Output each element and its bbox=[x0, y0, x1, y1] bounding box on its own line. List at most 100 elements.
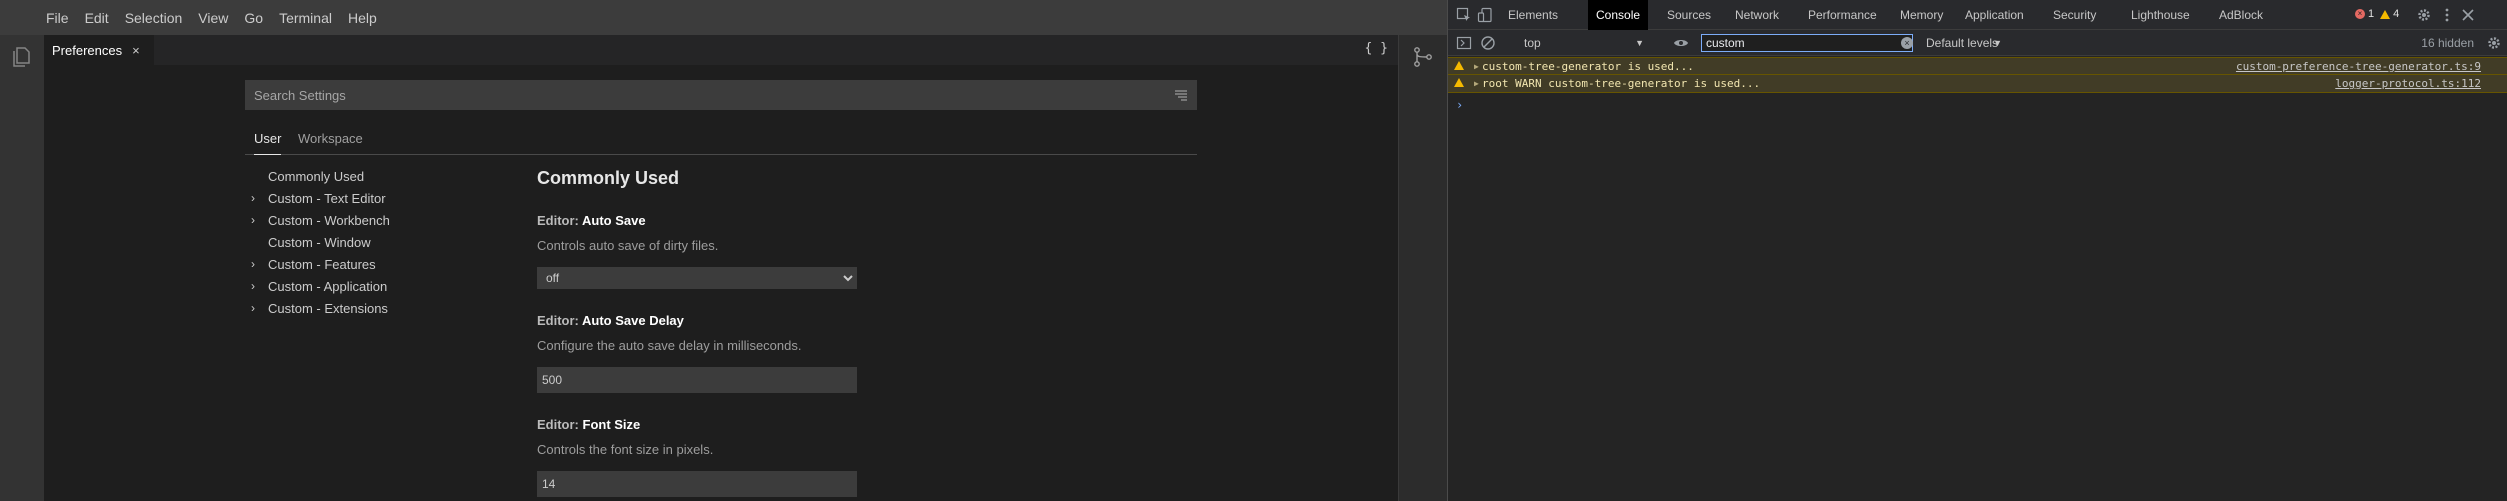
setting-auto-save-delay: Editor: Auto Save Delay Configure the au… bbox=[537, 313, 1237, 393]
context-selector[interactable]: top ▼ bbox=[1518, 33, 1648, 53]
clear-console-icon[interactable] bbox=[1480, 35, 1496, 51]
console-warning-message[interactable]: ▶ custom-tree-generator is used... custo… bbox=[1448, 57, 2507, 75]
setting-title: Editor: Font Size bbox=[537, 417, 1237, 432]
toc-item-label: Custom - Extensions bbox=[268, 300, 388, 316]
toc-item-label: Custom - Features bbox=[268, 256, 376, 272]
tab-security[interactable]: Security bbox=[2045, 0, 2104, 30]
setting-auto-save: Editor: Auto Save Controls auto save of … bbox=[537, 213, 1237, 289]
menu-edit[interactable]: Edit bbox=[85, 10, 109, 26]
toc-item[interactable]: Commonly Used bbox=[251, 165, 511, 187]
toc-item[interactable]: › Custom - Text Editor bbox=[251, 187, 511, 209]
console-warning-message[interactable]: ▶ root WARN custom-tree-generator is use… bbox=[1448, 75, 2507, 93]
tab-preferences[interactable]: Preferences × bbox=[44, 35, 154, 65]
toc-item[interactable]: Custom - Window bbox=[251, 231, 511, 253]
setting-category: Editor: bbox=[537, 417, 583, 432]
gear-icon[interactable] bbox=[2416, 7, 2432, 23]
settings-search-input[interactable] bbox=[254, 87, 1154, 103]
chevron-right-icon[interactable]: › bbox=[251, 279, 263, 293]
toc-item[interactable]: › Custom - Application bbox=[251, 275, 511, 297]
menu-bar: File Edit Selection View Go Terminal Hel… bbox=[0, 0, 1447, 35]
toc-item[interactable]: › Custom - Features bbox=[251, 253, 511, 275]
auto-save-select[interactable]: off bbox=[537, 267, 857, 289]
setting-name: Auto Save bbox=[582, 213, 646, 228]
expand-arrow-icon[interactable]: ▶ bbox=[1474, 79, 1479, 88]
toc-item[interactable]: › Custom - Extensions bbox=[251, 297, 511, 319]
tab-sources[interactable]: Sources bbox=[1659, 0, 1719, 30]
tab-title: Preferences bbox=[52, 42, 123, 58]
open-json-button[interactable]: { } bbox=[1365, 41, 1388, 56]
tab-application[interactable]: Application bbox=[1957, 0, 2032, 30]
source-control-icon[interactable] bbox=[1411, 45, 1435, 69]
error-icon: × bbox=[2355, 9, 2365, 19]
tab-elements[interactable]: Elements bbox=[1500, 0, 1566, 30]
message-source-link[interactable]: logger-protocol.ts:112 bbox=[2335, 77, 2481, 90]
menu-go[interactable]: Go bbox=[244, 10, 263, 26]
setting-title: Editor: Auto Save bbox=[537, 213, 1237, 228]
explorer-icon[interactable] bbox=[10, 45, 34, 69]
close-icon[interactable] bbox=[2460, 7, 2476, 23]
settings-search-box bbox=[245, 80, 1197, 110]
auto-save-delay-input[interactable] bbox=[537, 367, 857, 393]
tab-network[interactable]: Network bbox=[1727, 0, 1787, 30]
editor-tab-bar: Preferences × { } bbox=[44, 35, 1398, 65]
setting-description: Configure the auto save delay in millise… bbox=[537, 338, 802, 353]
setting-name: Auto Save Delay bbox=[582, 313, 684, 328]
devtools-tab-bar: Elements Console Sources Network Perform… bbox=[1448, 0, 2507, 30]
setting-description: Controls the font size in pixels. bbox=[537, 442, 714, 457]
tab-user[interactable]: User bbox=[254, 131, 282, 155]
settings-editor: User Workspace Commonly Used › Custom - … bbox=[44, 65, 1398, 501]
secondary-side-bar bbox=[1398, 35, 1447, 501]
settings-scope-tabs: User Workspace bbox=[245, 125, 1197, 155]
error-count: 1 bbox=[2368, 8, 2375, 20]
menu-terminal[interactable]: Terminal bbox=[279, 10, 332, 26]
tab-console[interactable]: Console bbox=[1588, 0, 1649, 30]
setting-font-size: Editor: Font Size Controls the font size… bbox=[537, 417, 1237, 497]
font-size-input[interactable] bbox=[537, 471, 857, 497]
setting-category: Editor: bbox=[537, 313, 583, 328]
tab-memory[interactable]: Memory bbox=[1892, 0, 1951, 30]
device-toolbar-icon[interactable] bbox=[1477, 7, 1493, 23]
settings-toc: Commonly Used › Custom - Text Editor › C… bbox=[251, 165, 511, 319]
warning-icon bbox=[1454, 61, 1464, 70]
tab-adblock[interactable]: AdBlock bbox=[2211, 0, 2271, 30]
inspect-element-icon[interactable] bbox=[1456, 7, 1472, 23]
tab-workspace[interactable]: Workspace bbox=[298, 131, 363, 146]
log-levels-dropdown[interactable]: Default levels ▼ bbox=[1922, 33, 2018, 53]
setting-name: Font Size bbox=[582, 417, 641, 432]
setting-title: Editor: Auto Save Delay bbox=[537, 313, 1237, 328]
console-prompt-icon[interactable]: › bbox=[1456, 98, 1463, 112]
warning-icon bbox=[1454, 78, 1464, 87]
tab-performance[interactable]: Performance bbox=[1800, 0, 1885, 30]
setting-category: Editor: bbox=[537, 213, 583, 228]
console-filter-input[interactable] bbox=[1701, 34, 1913, 52]
console-settings-icon[interactable] bbox=[2486, 35, 2502, 51]
menu-selection[interactable]: Selection bbox=[125, 10, 183, 26]
chevron-right-icon[interactable]: › bbox=[251, 213, 263, 227]
menu-view[interactable]: View bbox=[198, 10, 228, 26]
warning-icon bbox=[2380, 9, 2391, 19]
chevron-right-icon[interactable]: › bbox=[251, 191, 263, 205]
toc-item-label: Custom - Application bbox=[268, 278, 388, 294]
message-source-link[interactable]: custom-preference-tree-generator.ts:9 bbox=[2236, 60, 2481, 73]
eye-icon[interactable] bbox=[1673, 35, 1689, 51]
tab-lighthouse[interactable]: Lighthouse bbox=[2123, 0, 2198, 30]
clear-filter-icon[interactable]: × bbox=[1901, 37, 1913, 49]
close-icon[interactable]: × bbox=[132, 43, 140, 58]
message-text: custom-tree-generator is used... bbox=[1482, 59, 1694, 73]
editor-window: File Edit Selection View Go Terminal Hel… bbox=[0, 0, 1447, 501]
setting-description: Controls auto save of dirty files. bbox=[537, 238, 719, 253]
section-heading: Commonly Used bbox=[537, 168, 680, 188]
filter-list-icon[interactable] bbox=[1174, 88, 1188, 102]
screen: File Edit Selection View Go Terminal Hel… bbox=[0, 0, 2507, 501]
chevron-right-icon[interactable]: › bbox=[251, 257, 263, 271]
more-options-icon[interactable] bbox=[2439, 7, 2455, 23]
sidebar-toggle-icon[interactable] bbox=[1456, 35, 1472, 51]
console-messages: ▶ custom-tree-generator is used... custo… bbox=[1448, 57, 2507, 501]
toc-item-label: Custom - Workbench bbox=[268, 212, 390, 228]
menu-help[interactable]: Help bbox=[348, 10, 377, 26]
expand-arrow-icon[interactable]: ▶ bbox=[1474, 62, 1479, 71]
issues-counter[interactable]: × 1 4 bbox=[2355, 8, 2399, 20]
toc-item[interactable]: › Custom - Workbench bbox=[251, 209, 511, 231]
menu-file[interactable]: File bbox=[46, 10, 69, 26]
chevron-right-icon[interactable]: › bbox=[251, 301, 263, 315]
